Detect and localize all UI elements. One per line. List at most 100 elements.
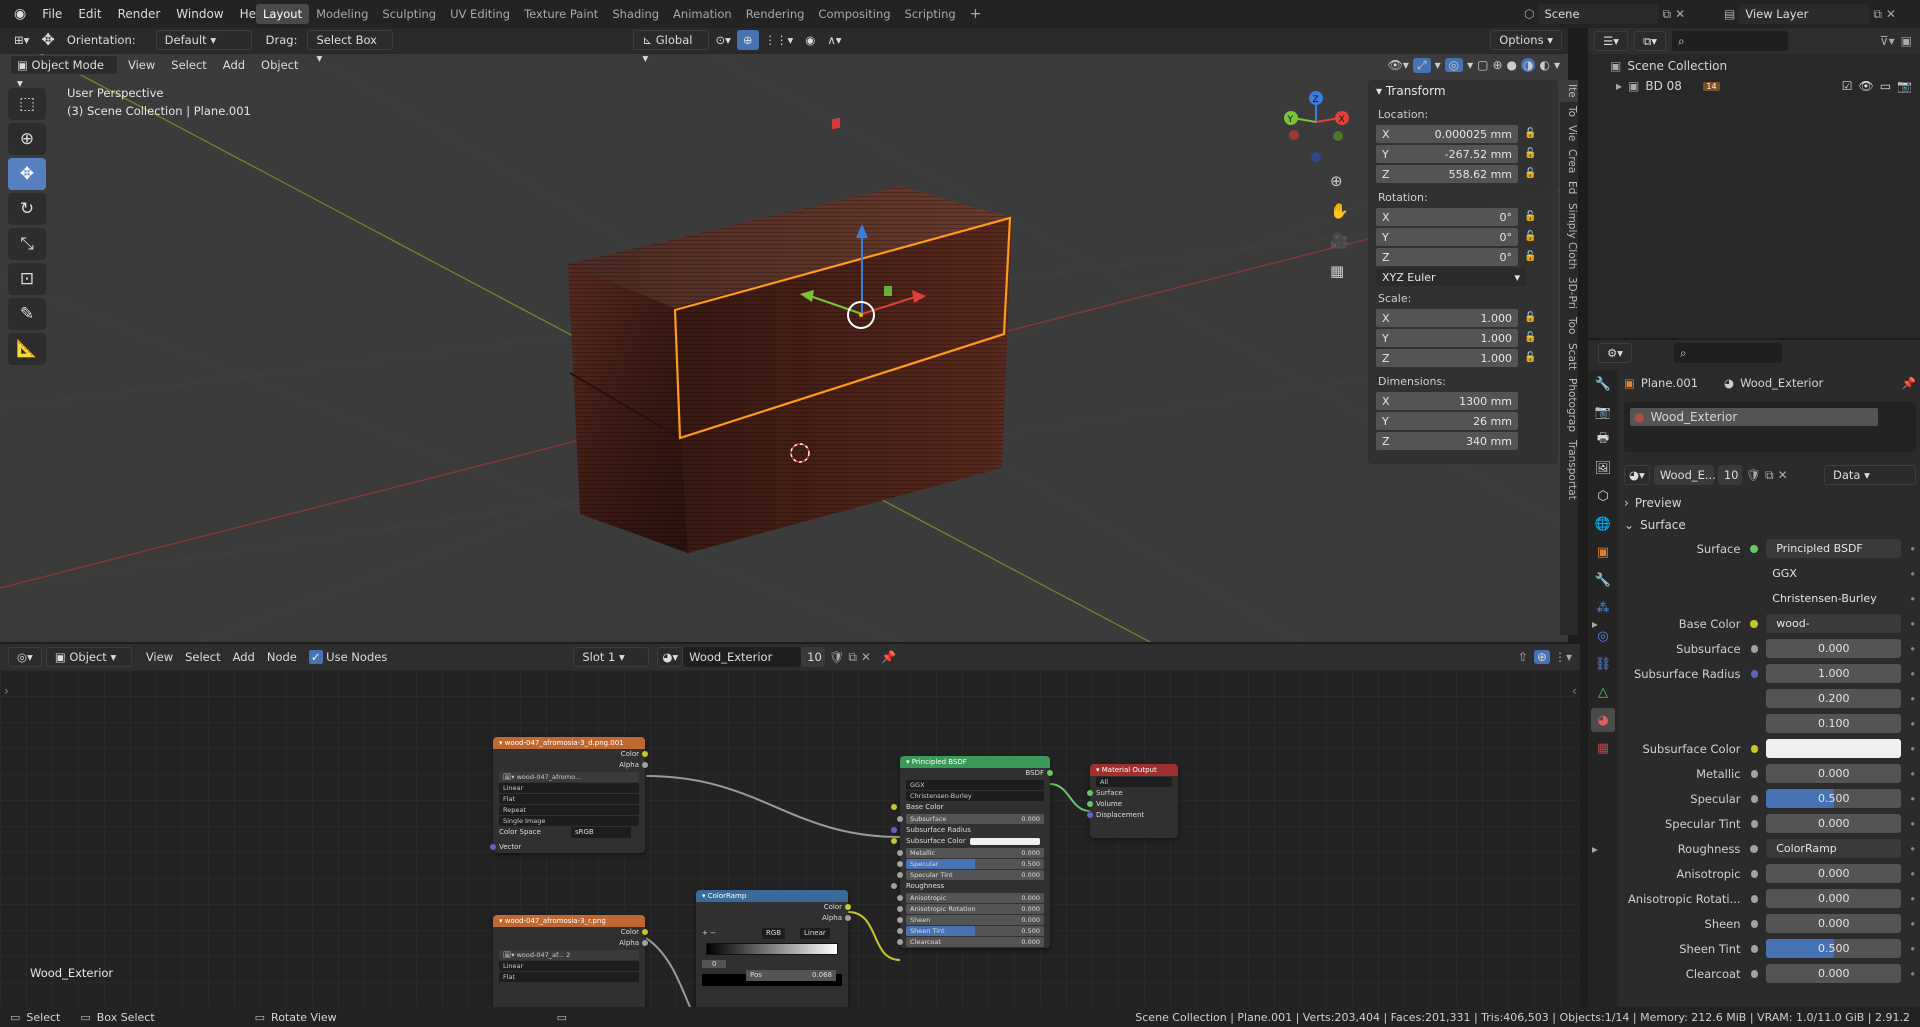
dimensions-x-field[interactable]: X 1300 mm: [1376, 392, 1518, 410]
transform-tool-icon[interactable]: ⊡: [8, 263, 46, 295]
delete-scene-icon[interactable]: ✕: [1675, 7, 1685, 21]
material-shading-icon[interactable]: ◑: [1521, 58, 1536, 72]
prop-value-field[interactable]: [1766, 739, 1902, 758]
solid-shading-icon[interactable]: ●: [1507, 58, 1517, 72]
scale-tool-icon[interactable]: ⤡: [8, 228, 46, 260]
tool-tab-icon[interactable]: 🔧: [1591, 372, 1615, 396]
ramp-mode[interactable]: RGB: [762, 928, 786, 939]
prop-value-field[interactable]: 0.000: [1766, 889, 1902, 908]
material-name-field[interactable]: Wood_E...: [1653, 465, 1716, 485]
dimensions-z-field[interactable]: Z 340 mm: [1376, 432, 1518, 450]
lock-icon[interactable]: 🔓: [1524, 128, 1538, 142]
keyframe-dot-icon[interactable]: •: [1909, 542, 1916, 556]
dimensions-y-field[interactable]: Y 26 mm: [1376, 412, 1518, 430]
measure-tool-icon[interactable]: 📐: [8, 333, 46, 365]
bsdf-input-10[interactable]: Sheen 0.000: [897, 915, 1044, 925]
snap-icon[interactable]: ⊕: [736, 30, 759, 50]
socket-dot-icon[interactable]: [1750, 544, 1759, 553]
input-socket[interactable]: [891, 838, 897, 844]
tab-texture-paint[interactable]: Texture Paint: [517, 4, 605, 24]
image-texture-node-2[interactable]: ▾ wood-047_afromosia-3_r.png Color Alpha…: [493, 915, 648, 1007]
location-z-field[interactable]: Z 558.62 mm: [1376, 165, 1518, 183]
keyframe-dot-icon[interactable]: •: [1909, 892, 1916, 906]
location-x-field[interactable]: X 0.000025 mm: [1376, 125, 1518, 143]
editor-type-icon[interactable]: ⊞▾: [8, 30, 35, 50]
expand-icon[interactable]: ▸: [1592, 617, 1606, 631]
scene-tab-icon[interactable]: ⬡: [1591, 484, 1615, 508]
viewport-menu-view[interactable]: View: [122, 55, 161, 75]
img2-file-field[interactable]: 🖼▾ wood-047_af... 2: [499, 950, 639, 960]
socket-dot-icon[interactable]: [1750, 570, 1758, 578]
rotation-y-field[interactable]: Y 0°: [1376, 228, 1518, 246]
object-mode-dropdown[interactable]: ▣ Object Mode ▾: [10, 55, 118, 90]
rendered-shading-icon[interactable]: ◐: [1539, 58, 1549, 72]
render-tab-icon[interactable]: 📷: [1591, 400, 1615, 424]
keyframe-dot-icon[interactable]: •: [1909, 792, 1916, 806]
lock-icon[interactable]: 🔓: [1524, 148, 1538, 162]
tab-compositing[interactable]: Compositing: [811, 4, 897, 24]
bsdf-input-1[interactable]: Subsurface 0.000: [897, 814, 1044, 824]
bsdf-input-12[interactable]: Clearcoat 0.000: [897, 937, 1044, 947]
keyframe-dot-icon[interactable]: •: [1909, 842, 1916, 856]
pivot-icon[interactable]: ⊙▾: [709, 30, 736, 50]
rotation-mode-dropdown[interactable]: XYZ Euler ▾: [1376, 268, 1526, 286]
vector-socket[interactable]: [490, 844, 496, 850]
prop-value-field[interactable]: GGX: [1766, 564, 1902, 583]
node2-title[interactable]: ▾ wood-047_afromosia-3_r.png: [493, 915, 645, 927]
keyframe-dot-icon[interactable]: •: [1909, 767, 1916, 781]
material-output-node[interactable]: ▾ Material Output All Surface Volume Dis…: [1087, 764, 1178, 838]
sidebar-tab-2[interactable]: Vie: [1560, 121, 1578, 145]
input-socket[interactable]: [897, 895, 903, 901]
tab-sculpting[interactable]: Sculpting: [375, 4, 443, 24]
bsdf-input-4[interactable]: Metallic 0.000: [897, 848, 1044, 858]
keyframe-dot-icon[interactable]: •: [1909, 567, 1916, 581]
keyframe-dot-icon[interactable]: •: [1909, 667, 1916, 681]
bsdf-input-5[interactable]: Specular 0.500: [897, 859, 1044, 869]
add-workspace-button[interactable]: +: [963, 4, 989, 24]
toolbar-expand-icon[interactable]: ›: [4, 684, 9, 698]
socket-dot-icon[interactable]: [1750, 744, 1759, 753]
filter-icon[interactable]: ⊽▾: [1880, 34, 1895, 48]
lock-icon[interactable]: 🔓: [1524, 168, 1538, 182]
fake-user-icon[interactable]: 🛡: [1746, 468, 1761, 482]
prop-value-field[interactable]: 0.500: [1766, 939, 1902, 958]
tab-scripting[interactable]: Scripting: [898, 4, 963, 24]
socket-dot-icon[interactable]: [1750, 844, 1759, 853]
input-socket[interactable]: [897, 872, 903, 878]
bsdf-input-3[interactable]: Subsurface Color: [891, 836, 1050, 847]
gizmo-toggle-icon[interactable]: ⤢: [1412, 57, 1431, 73]
lock-icon[interactable]: 🔓: [1524, 312, 1538, 326]
navigation-gizmo[interactable]: Z X Y: [1276, 84, 1356, 174]
socket-dot-icon[interactable]: [1750, 944, 1759, 953]
principled-bsdf-node[interactable]: ▾ Principled BSDF BSDF GGX Christensen-B…: [891, 756, 1053, 948]
scene-field[interactable]: Scene: [1538, 4, 1659, 24]
expand-icon[interactable]: ▸: [1592, 842, 1606, 856]
img1-source[interactable]: Single Image: [499, 816, 639, 826]
ramp-interp[interactable]: Linear: [800, 928, 830, 939]
ramp-add-icon[interactable]: + −: [702, 929, 716, 937]
keyframe-dot-icon[interactable]: •: [1909, 967, 1916, 981]
prop-value-field[interactable]: Christensen-Burley: [1766, 589, 1902, 608]
lock-icon[interactable]: 🔓: [1524, 251, 1538, 265]
prop-value-field[interactable]: 0.000: [1766, 914, 1902, 933]
socket-dot-icon[interactable]: [1750, 919, 1759, 928]
prop-value-field[interactable]: 1.000: [1766, 664, 1902, 683]
socket-dot-icon[interactable]: [1750, 644, 1759, 653]
annotate-tool-icon[interactable]: ✎: [8, 298, 46, 330]
input-socket[interactable]: [897, 906, 903, 912]
img1-colorspace[interactable]: Color Space sRGB: [493, 827, 645, 838]
ramp-index[interactable]: 0: [702, 960, 727, 968]
keyframe-dot-icon[interactable]: •: [1909, 592, 1916, 606]
scale-x-field[interactable]: X 1.000: [1376, 309, 1518, 327]
material-users-count[interactable]: 10: [1717, 465, 1742, 485]
bsdf-input-7[interactable]: Roughness: [891, 881, 1050, 892]
viewport-menu-object[interactable]: Object: [255, 55, 304, 75]
new-collection-icon[interactable]: ▣: [1901, 34, 1912, 48]
bsdf-socket[interactable]: [1047, 770, 1053, 776]
input-socket[interactable]: [897, 850, 903, 856]
eye-icon[interactable]: 👁: [1858, 79, 1873, 93]
viewport-menu-select[interactable]: Select: [165, 55, 212, 75]
tab-shading[interactable]: Shading: [605, 4, 666, 24]
lock-icon[interactable]: 🔓: [1524, 332, 1538, 346]
socket-dot-icon[interactable]: [1750, 969, 1759, 978]
